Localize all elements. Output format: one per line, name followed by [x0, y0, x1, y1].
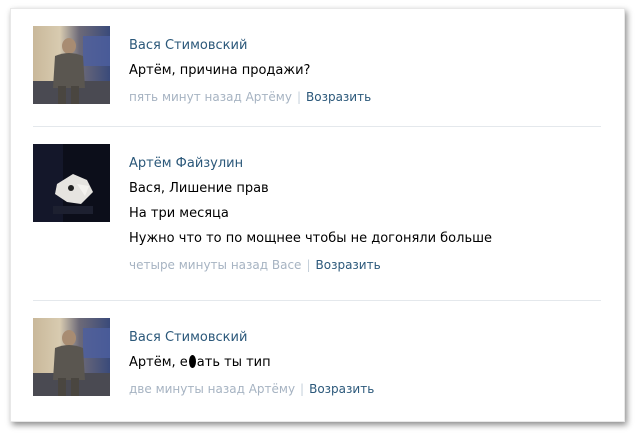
meta-separator: | [300, 382, 305, 396]
reply-button[interactable]: Возразить [306, 90, 371, 104]
avatar[interactable] [33, 318, 110, 396]
reply-button[interactable]: Возразить [316, 258, 381, 272]
comment-divider [33, 300, 601, 301]
comment-text-suffix: ать ты тип [196, 355, 271, 370]
comment-author[interactable]: Вася Стимовский [129, 38, 613, 54]
comment-text: Артём, причина продажи? [129, 63, 311, 78]
man-photo-avatar-icon [33, 26, 110, 104]
man-photo-avatar-icon [33, 318, 110, 396]
comment-text: На три месяца [129, 206, 229, 221]
comment-time[interactable]: пять минут назад Артёму [129, 90, 292, 104]
censor-blot-icon [188, 355, 196, 368]
comment-author[interactable]: Вася Стимовский [129, 330, 613, 346]
comment-text-prefix: Артём, е [129, 355, 188, 370]
comment-meta: пять минут назад Артёму | Возразить [129, 89, 613, 105]
reply-button[interactable]: Возразить [309, 382, 374, 396]
comment-text: Артём, е ать ты тип [129, 354, 613, 372]
comment-text: Вася, Лишение прав [129, 181, 269, 196]
comment-time[interactable]: четыре минуты назад Васе [129, 258, 301, 272]
comment-time[interactable]: две минуты назад Артёму [129, 382, 295, 396]
comment-text: Нужно что то по мощнее чтобы не догоняли… [129, 231, 493, 246]
avatar[interactable] [33, 144, 110, 222]
comments-panel: Вася Стимовский Артём, причина продажи? … [10, 8, 625, 422]
meta-separator: | [296, 90, 301, 104]
meta-separator: | [306, 258, 311, 272]
comment-meta: две минуты назад Артёму | Возразить [129, 381, 613, 397]
comment-meta: четыре минуты назад Васе | Возразить [129, 257, 613, 273]
comment-divider [33, 126, 601, 127]
dark-photo-avatar-icon [33, 144, 110, 222]
comment-author[interactable]: Артём Файзулин [129, 156, 613, 172]
avatar[interactable] [33, 26, 110, 104]
